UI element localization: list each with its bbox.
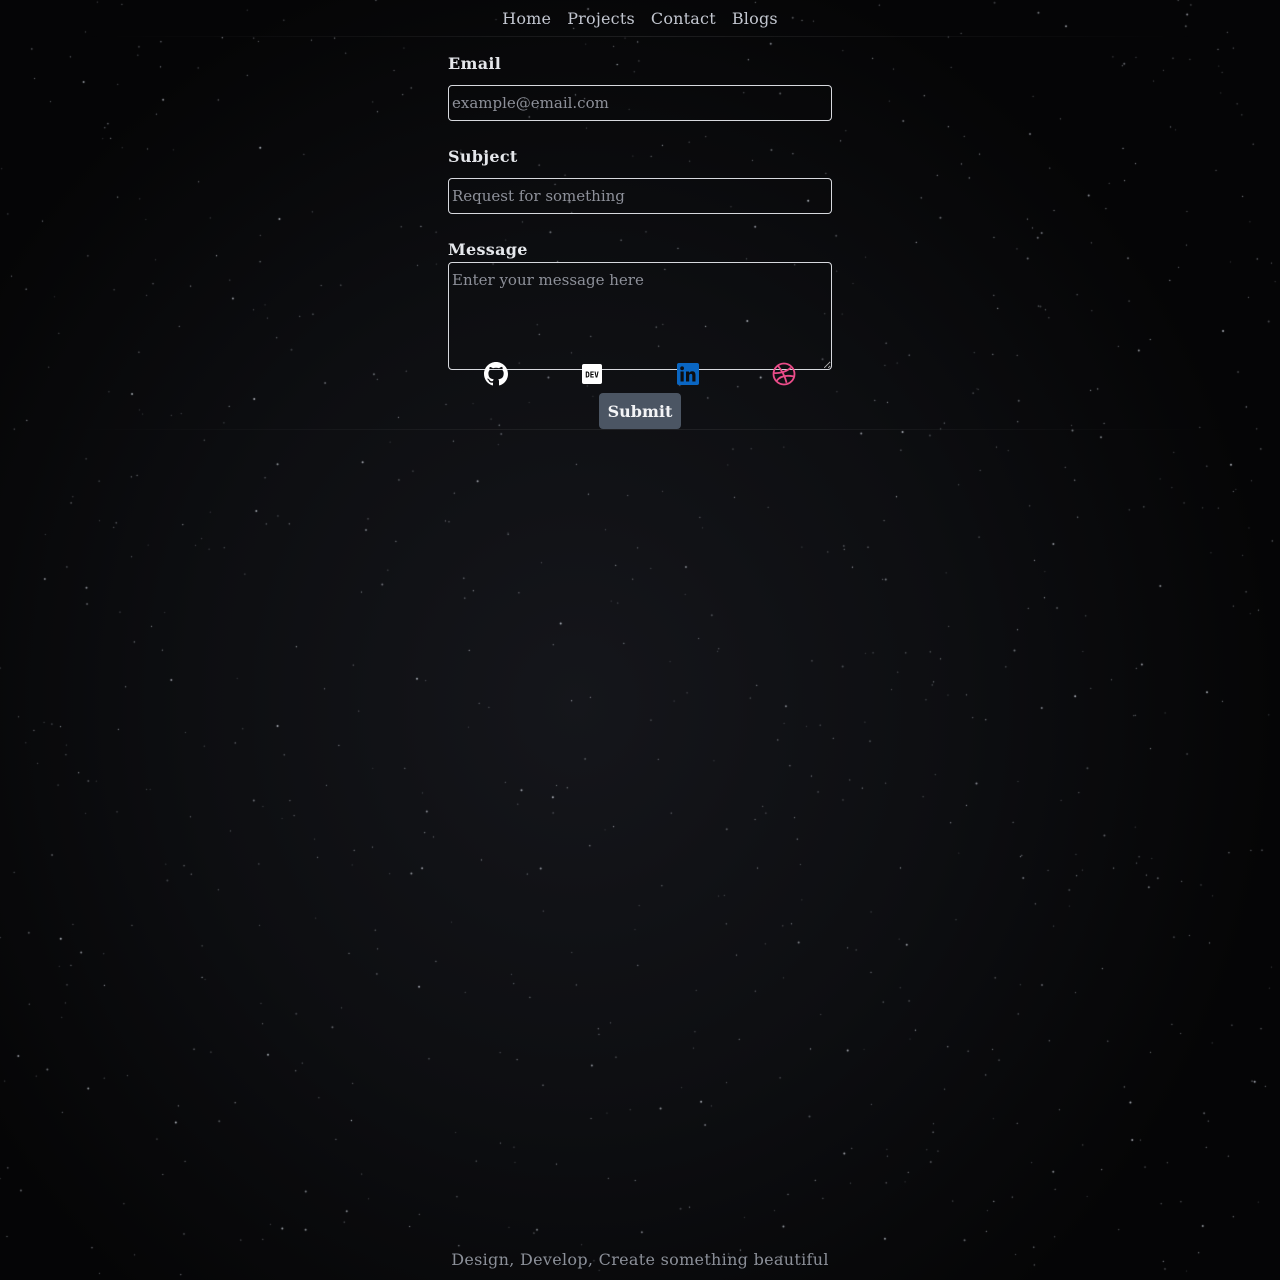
message-field[interactable]: [448, 262, 832, 370]
nav-divider: [80, 36, 1200, 37]
dribbble-icon: [772, 362, 796, 386]
svg-text:DEV: DEV: [585, 371, 599, 380]
top-nav: Home Projects Contact Blogs: [0, 0, 1280, 36]
nav-blogs-link[interactable]: Blogs: [732, 9, 778, 28]
form-divider: [40, 429, 1240, 430]
footer-tagline: Design, Develop, Create something beauti…: [451, 1250, 829, 1269]
email-label: Email: [448, 54, 502, 73]
subject-label: Subject: [448, 147, 518, 166]
linkedin-link[interactable]: [675, 361, 701, 387]
email-field[interactable]: [448, 85, 832, 121]
social-links: DEV: [448, 361, 832, 387]
nav-projects-link[interactable]: Projects: [567, 9, 635, 28]
nav-home-link[interactable]: Home: [502, 9, 551, 28]
github-icon: [484, 362, 508, 386]
nav-contact-link[interactable]: Contact: [651, 9, 716, 28]
contact-form: Email Subject Message: [448, 52, 832, 370]
dev-to-icon: DEV: [582, 364, 602, 384]
subject-field[interactable]: [448, 178, 832, 214]
github-link[interactable]: [483, 361, 509, 387]
dribbble-link[interactable]: [771, 361, 797, 387]
dev-to-link[interactable]: DEV: [579, 361, 605, 387]
message-label: Message: [448, 240, 528, 259]
submit-button[interactable]: Submit: [599, 393, 681, 429]
linkedin-icon: [677, 363, 699, 385]
